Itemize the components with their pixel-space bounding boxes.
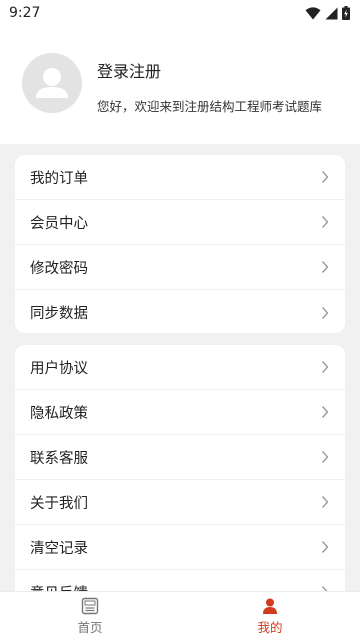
nav-tab-label: 我的 (257, 620, 283, 635)
menu-item-label: 会员中心 (30, 215, 88, 232)
bottom-nav: 首页 我的 (0, 591, 360, 640)
battery-charging-icon (342, 6, 350, 20)
status-icons (305, 6, 350, 20)
menu-item-sync-data[interactable]: 同步数据 (15, 290, 345, 333)
menu-item-label: 我的订单 (30, 170, 88, 187)
menu-item-label: 关于我们 (30, 495, 88, 512)
menu-item-about-us[interactable]: 关于我们 (15, 480, 345, 525)
nav-tab-home[interactable]: 首页 (0, 592, 180, 640)
menu-item-label: 隐私政策 (30, 405, 88, 422)
login-register-link[interactable]: 登录注册 (97, 58, 161, 82)
menu-item-label: 清空记录 (30, 540, 88, 557)
menu-item-label: 同步数据 (30, 306, 88, 322)
menu-item-customer-service[interactable]: 联系客服 (15, 435, 345, 480)
menu-item-label: 联系客服 (30, 450, 88, 467)
wifi-icon (305, 6, 321, 20)
chevron-right-icon (321, 171, 329, 183)
menu-item-change-password[interactable]: 修改密码 (15, 245, 345, 290)
menu-item-privacy-policy[interactable]: 隐私政策 (15, 390, 345, 435)
nav-tab-label: 首页 (77, 620, 103, 635)
chevron-right-icon (321, 216, 329, 228)
chevron-right-icon (321, 541, 329, 553)
user-avatar-icon[interactable] (22, 53, 82, 113)
menu-item-label: 修改密码 (30, 260, 88, 277)
person-icon (263, 598, 277, 614)
chevron-right-icon (321, 361, 329, 373)
signal-icon (325, 7, 338, 20)
chevron-right-icon (321, 306, 329, 319)
status-time: 9:27 (9, 5, 41, 21)
chevron-right-icon (321, 451, 329, 463)
chevron-right-icon (321, 261, 329, 273)
menu-item-clear-records[interactable]: 清空记录 (15, 525, 345, 570)
menu-card-general: 用户协议 隐私政策 联系客服 关于我们 清空记录 意见反馈 (15, 345, 345, 615)
home-exam-icon (81, 597, 99, 615)
menu-item-membership[interactable]: 会员中心 (15, 200, 345, 245)
menu-item-user-agreement[interactable]: 用户协议 (15, 345, 345, 390)
status-bar: 9:27 (0, 0, 360, 26)
menu-card-account: 我的订单 会员中心 修改密码 同步数据 (15, 155, 345, 333)
chevron-right-icon (321, 406, 329, 418)
chevron-right-icon (321, 496, 329, 508)
menu-item-label: 用户协议 (30, 360, 88, 377)
menu-item-my-orders[interactable]: 我的订单 (15, 155, 345, 200)
profile-header[interactable]: 登录注册 您好，欢迎来到注册结构工程师考试题库 (0, 26, 360, 144)
nav-tab-mine[interactable]: 我的 (180, 592, 360, 640)
welcome-text: 您好，欢迎来到注册结构工程师考试题库 (97, 99, 323, 114)
